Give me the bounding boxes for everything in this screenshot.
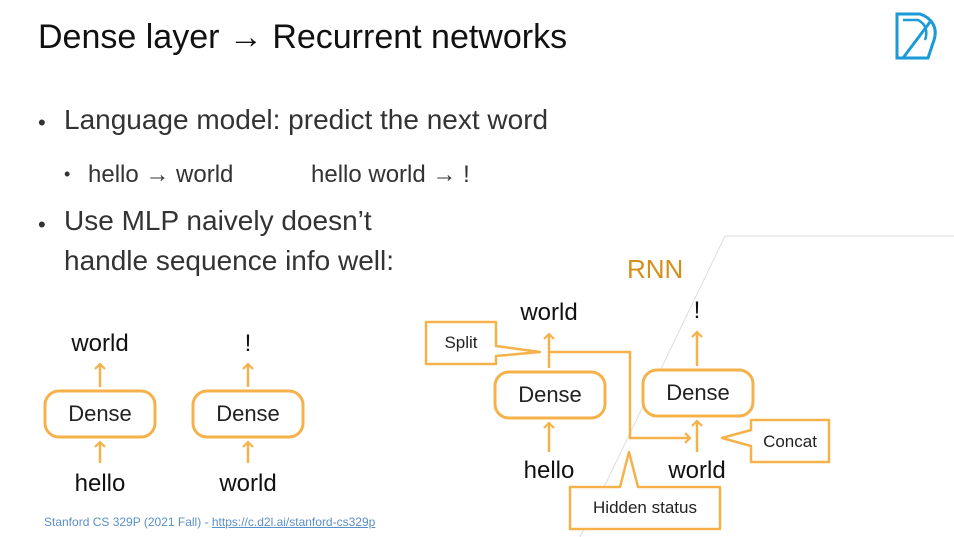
rnn-right-dense-label: Dense xyxy=(666,380,730,405)
mlp-left-output-label: world xyxy=(71,330,129,357)
bullet-dot-icon: • xyxy=(64,164,71,184)
slide-title: Dense layer → Recurrent networks xyxy=(38,18,568,56)
mlp-right-input-label: world xyxy=(219,470,277,497)
mlp-left-input-label: hello xyxy=(74,470,126,497)
footer-link[interactable]: https://c.d2l.ai/stanford-cs329p xyxy=(212,515,375,529)
hidden-callout-label: Hidden status xyxy=(593,498,697,517)
bullet-dot-icon: • xyxy=(38,212,46,237)
split-callout-label: Split xyxy=(444,333,478,352)
mlp-right-output-label: ! xyxy=(244,330,252,357)
rnn-right-input-label: world xyxy=(668,457,726,484)
mlp-right-dense-label: Dense xyxy=(216,401,280,426)
bullet-mlp-line-2: handle sequence info well: xyxy=(64,245,395,276)
footer-text: Stanford CS 329P (2021 Fall) - xyxy=(44,515,212,529)
bullet-dot-icon: • xyxy=(38,110,46,135)
sub-bullet-example-1: hello → world xyxy=(88,161,234,188)
rnn-right-output-label: ! xyxy=(693,297,701,324)
bullet-mlp-line-1: Use MLP naively doesn’t xyxy=(64,205,372,236)
rnn-label: RNN xyxy=(627,254,684,284)
d2l-logo-icon xyxy=(895,12,937,60)
rnn-left-input-label: hello xyxy=(523,457,575,484)
concat-callout-label: Concat xyxy=(763,432,817,451)
footer: Stanford CS 329P (2021 Fall) - https://c… xyxy=(44,515,375,529)
bullet-language-model: Language model: predict the next word xyxy=(64,104,549,135)
sub-bullet-example-2: hello world → ! xyxy=(311,161,470,188)
rnn-left-dense-label: Dense xyxy=(518,382,582,407)
mlp-left-dense-label: Dense xyxy=(68,401,132,426)
rnn-left-output-label: world xyxy=(520,299,578,326)
